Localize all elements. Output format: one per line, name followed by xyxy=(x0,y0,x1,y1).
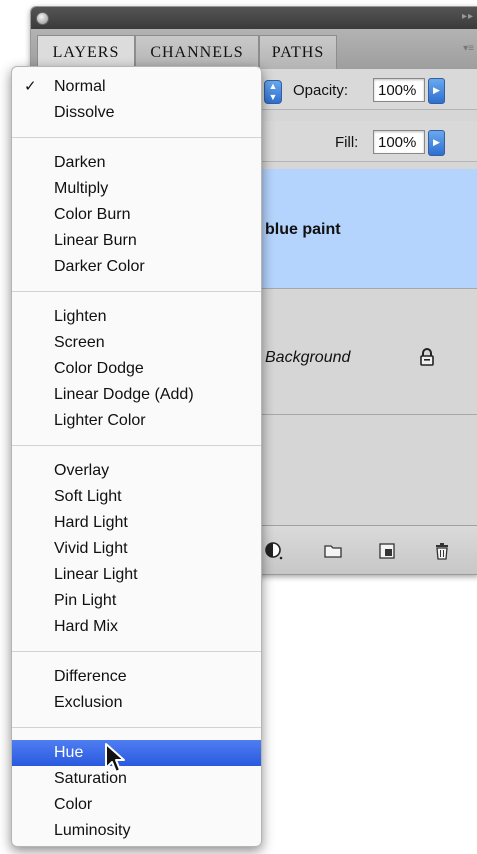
menu-item-color[interactable]: Color xyxy=(12,792,261,818)
menu-item-vivid-light[interactable]: Vivid Light xyxy=(12,536,261,562)
menu-item-label: Difference xyxy=(54,668,127,685)
menu-item-difference[interactable]: Difference xyxy=(12,664,261,690)
menu-item-label: Hue xyxy=(54,744,84,761)
panel-tabs: LAYERS CHANNELS PATHS ▾≡ xyxy=(31,29,477,70)
menu-item-normal[interactable]: ✓ Normal xyxy=(12,74,261,100)
menu-item-label: Linear Light xyxy=(54,566,138,583)
menu-item-label: Pin Light xyxy=(54,592,117,609)
menu-item-label: Lighter Color xyxy=(54,412,146,429)
menu-item-multiply[interactable]: Multiply xyxy=(12,176,261,202)
menu-item-lighten[interactable]: Lighten xyxy=(12,304,261,330)
menu-item-color-burn[interactable]: Color Burn xyxy=(12,202,261,228)
tab-paths[interactable]: PATHS xyxy=(259,35,337,69)
menu-separator xyxy=(12,137,261,138)
screenshot-stage: ▸▸ LAYERS CHANNELS PATHS ▾≡ ▲ ▼ Opacity: … xyxy=(0,0,477,854)
menu-item-label: Dissolve xyxy=(54,104,115,121)
menu-item-label: Color Burn xyxy=(54,206,131,223)
menu-item-hard-light[interactable]: Hard Light xyxy=(12,510,261,536)
opacity-dropdown-button[interactable]: ▶ xyxy=(428,78,445,104)
menu-separator xyxy=(12,651,261,652)
menu-item-dissolve[interactable]: Dissolve xyxy=(12,100,261,126)
trash-icon[interactable] xyxy=(432,541,452,561)
menu-item-overlay[interactable]: Overlay xyxy=(12,458,261,484)
menu-item-lighter-color[interactable]: Lighter Color xyxy=(12,408,261,434)
fill-dropdown-button[interactable]: ▶ xyxy=(428,130,445,156)
menu-item-label: Screen xyxy=(54,334,105,351)
menu-item-label: Hard Mix xyxy=(54,618,119,635)
mouse-pointer-icon xyxy=(105,743,125,773)
layer-name: Background xyxy=(265,349,351,366)
menu-item-darker-color[interactable]: Darker Color xyxy=(12,254,261,280)
tab-layers[interactable]: LAYERS xyxy=(37,35,135,70)
menu-item-label: Exclusion xyxy=(54,694,123,711)
menu-item-label: Color Dodge xyxy=(54,360,144,377)
menu-item-hard-mix[interactable]: Hard Mix xyxy=(12,614,261,640)
menu-item-label: Soft Light xyxy=(54,488,122,505)
menu-item-saturation[interactable]: Saturation xyxy=(12,766,261,792)
menu-item-soft-light[interactable]: Soft Light xyxy=(12,484,261,510)
menu-item-darken[interactable]: Darken xyxy=(12,150,261,176)
opacity-label: Opacity: xyxy=(293,82,349,99)
layer-name: blue paint xyxy=(265,221,341,238)
new-layer-icon[interactable] xyxy=(377,541,397,561)
lock-icon xyxy=(420,348,434,366)
close-icon[interactable] xyxy=(36,12,49,25)
menu-item-linear-burn[interactable]: Linear Burn xyxy=(12,228,261,254)
collapse-icon[interactable]: ▸▸ xyxy=(462,11,474,22)
menu-item-label: Color xyxy=(54,796,93,813)
menu-item-linear-dodge-add[interactable]: Linear Dodge (Add) xyxy=(12,382,261,408)
fill-label: Fill: xyxy=(335,134,359,151)
menu-item-exclusion[interactable]: Exclusion xyxy=(12,690,261,716)
menu-item-label: Normal xyxy=(54,78,106,95)
new-group-icon[interactable] xyxy=(323,541,343,561)
checkmark-icon: ✓ xyxy=(24,78,37,95)
menu-item-label: Linear Dodge (Add) xyxy=(54,386,194,403)
menu-item-screen[interactable]: Screen xyxy=(12,330,261,356)
menu-item-luminosity[interactable]: Luminosity xyxy=(12,818,261,844)
menu-item-label: Overlay xyxy=(54,462,110,479)
menu-separator xyxy=(12,291,261,292)
blend-mode-stepper[interactable]: ▲ ▼ xyxy=(264,80,282,104)
panel-menu-icon[interactable]: ▾≡ xyxy=(463,43,474,54)
menu-item-linear-light[interactable]: Linear Light xyxy=(12,562,261,588)
menu-item-hue[interactable]: Hue xyxy=(12,740,261,766)
fill-field[interactable]: 100% xyxy=(373,130,425,154)
menu-item-label: Luminosity xyxy=(54,822,131,839)
menu-item-color-dodge[interactable]: Color Dodge xyxy=(12,356,261,382)
menu-item-label: Darken xyxy=(54,154,106,171)
opacity-field[interactable]: 100% xyxy=(373,78,425,102)
menu-item-label: Vivid Light xyxy=(54,540,128,557)
menu-separator xyxy=(12,727,261,728)
tab-channels[interactable]: CHANNELS xyxy=(135,35,259,69)
menu-item-pin-light[interactable]: Pin Light xyxy=(12,588,261,614)
adjustment-layer-icon[interactable] xyxy=(264,541,284,561)
menu-item-label: Lighten xyxy=(54,308,107,325)
menu-item-label: Linear Burn xyxy=(54,232,137,249)
menu-item-label: Multiply xyxy=(54,180,109,197)
blend-mode-menu: ✓ Normal Dissolve Darken Multiply Color Burn L… xyxy=(11,66,262,847)
menu-item-label: Darker Color xyxy=(54,258,145,275)
panel-titlebar: ▸▸ xyxy=(31,7,477,29)
menu-separator xyxy=(12,445,261,446)
menu-item-label: Hard Light xyxy=(54,514,128,531)
